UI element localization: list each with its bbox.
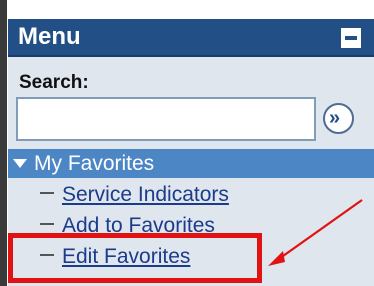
top-spacer — [7, 0, 374, 19]
triangle-down-icon — [13, 159, 27, 168]
minus-icon — [345, 36, 357, 40]
list-item: Edit Favorites — [40, 242, 190, 272]
list-item: Service Indicators — [40, 180, 229, 210]
dash-bullet — [40, 192, 54, 195]
service-indicators-link[interactable]: Service Indicators — [62, 183, 229, 206]
search-go-button[interactable]: » — [323, 103, 354, 134]
menu-panel: Search: » My Favorites Service Indicator… — [8, 57, 374, 286]
add-to-favorites-link[interactable]: Add to Favorites — [62, 214, 215, 237]
dash-bullet — [40, 223, 54, 226]
search-label: Search: — [19, 72, 89, 93]
dash-bullet — [40, 254, 54, 257]
window-left-border — [0, 0, 7, 286]
collapse-menu-button[interactable] — [341, 28, 361, 48]
my-favorites-header[interactable]: My Favorites — [8, 149, 374, 178]
list-item: Add to Favorites — [40, 211, 215, 241]
edit-favorites-link[interactable]: Edit Favorites — [62, 245, 190, 268]
my-favorites-label: My Favorites — [34, 152, 155, 175]
double-chevron-right-icon: » — [329, 107, 340, 129]
menu-header: Menu — [8, 19, 374, 57]
search-input[interactable] — [16, 97, 316, 141]
menu-title: Menu — [18, 23, 81, 50]
